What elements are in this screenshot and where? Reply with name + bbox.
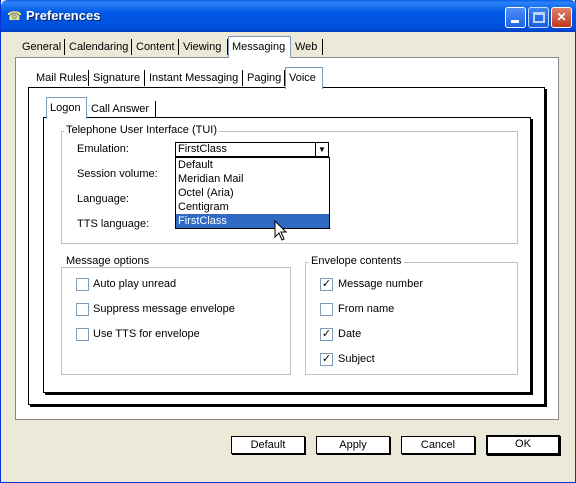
tab-general[interactable]: General xyxy=(19,37,64,57)
dropdown-option[interactable]: Octel (Aria) xyxy=(176,186,329,200)
mouse-cursor-icon xyxy=(274,220,288,241)
title-bar[interactable]: ☎ Preferences ✕ xyxy=(1,0,576,32)
use-tts-envelope-label: Use TTS for envelope xyxy=(93,328,200,340)
date-checkbox[interactable]: ✓ xyxy=(320,328,333,341)
apply-button[interactable]: Apply xyxy=(316,436,390,454)
window-title: Preferences xyxy=(26,8,101,23)
close-icon: ✕ xyxy=(556,10,567,24)
tab-web[interactable]: Web xyxy=(292,37,320,57)
date-label: Date xyxy=(338,328,362,340)
session-volume-label: Session volume: xyxy=(77,168,158,180)
auto-play-unread-label: Auto play unread xyxy=(93,278,177,290)
use-tts-envelope-checkbox[interactable] xyxy=(76,328,89,341)
subject-label: Subject xyxy=(338,353,375,365)
tab-mail-rules[interactable]: Mail Rules xyxy=(33,68,90,88)
tab-call-answer[interactable]: Call Answer xyxy=(88,99,152,119)
checkmark-icon: ✓ xyxy=(321,328,332,340)
message-options-title: Message options xyxy=(64,255,152,267)
emulation-label: Emulation: xyxy=(77,143,129,155)
close-button[interactable]: ✕ xyxy=(551,7,572,28)
dropdown-option[interactable]: Meridian Mail xyxy=(176,172,329,186)
tab-signature[interactable]: Signature xyxy=(90,68,143,88)
tab-logon[interactable]: Logon xyxy=(46,97,87,119)
dropdown-option-selected[interactable]: FirstClass xyxy=(176,214,329,228)
from-name-checkbox[interactable] xyxy=(320,303,333,316)
tab-voice[interactable]: Voice xyxy=(285,67,323,89)
tab-messaging[interactable]: Messaging xyxy=(228,36,291,58)
tui-group-title: Telephone User Interface (TUI) xyxy=(64,124,220,136)
default-button[interactable]: Default xyxy=(231,436,305,454)
tab-divider xyxy=(242,70,243,86)
chevron-down-icon[interactable]: ▼ xyxy=(315,143,328,156)
dropdown-option[interactable]: Centigram xyxy=(176,200,329,214)
tab-divider xyxy=(131,39,132,55)
tab-divider xyxy=(144,70,145,86)
maximize-button[interactable] xyxy=(528,7,549,28)
tab-divider xyxy=(155,101,156,117)
ok-button[interactable]: OK xyxy=(486,435,560,455)
tab-viewing[interactable]: Viewing xyxy=(180,37,224,57)
language-label: Language: xyxy=(77,193,129,205)
suppress-envelope-checkbox[interactable] xyxy=(76,303,89,316)
emulation-value: FirstClass xyxy=(178,143,227,155)
tab-paging[interactable]: Paging xyxy=(244,68,284,88)
minimize-icon xyxy=(511,20,519,23)
minimize-button[interactable] xyxy=(505,7,526,28)
auto-play-unread-checkbox[interactable] xyxy=(76,278,89,291)
preferences-window: ☎ Preferences ✕ General Calendaring Cont… xyxy=(0,0,576,483)
phone-icon: ☎ xyxy=(7,9,22,23)
from-name-label: From name xyxy=(338,303,395,315)
tab-divider xyxy=(322,39,323,55)
checkmark-icon: ✓ xyxy=(321,353,332,365)
suppress-envelope-label: Suppress message envelope xyxy=(93,303,235,315)
dropdown-option[interactable]: Default xyxy=(176,158,329,172)
tab-instant-messaging[interactable]: Instant Messaging xyxy=(146,68,241,88)
tab-content[interactable]: Content xyxy=(133,37,178,57)
tab-divider xyxy=(178,39,179,55)
maximize-icon xyxy=(533,12,545,23)
tab-divider xyxy=(88,70,89,86)
emulation-dropdown-list[interactable]: Default Meridian Mail Octel (Aria) Centi… xyxy=(175,157,330,229)
cancel-button[interactable]: Cancel xyxy=(401,436,475,454)
message-number-checkbox[interactable]: ✓ xyxy=(320,278,333,291)
checkmark-icon: ✓ xyxy=(321,278,332,290)
message-number-label: Message number xyxy=(338,278,423,290)
emulation-select[interactable]: FirstClass ▼ xyxy=(175,142,329,157)
subject-checkbox[interactable]: ✓ xyxy=(320,353,333,366)
tab-divider xyxy=(64,39,65,55)
envelope-contents-title: Envelope contents xyxy=(309,255,404,267)
tts-language-label: TTS language: xyxy=(77,218,150,230)
tab-calendaring[interactable]: Calendaring xyxy=(66,37,131,57)
